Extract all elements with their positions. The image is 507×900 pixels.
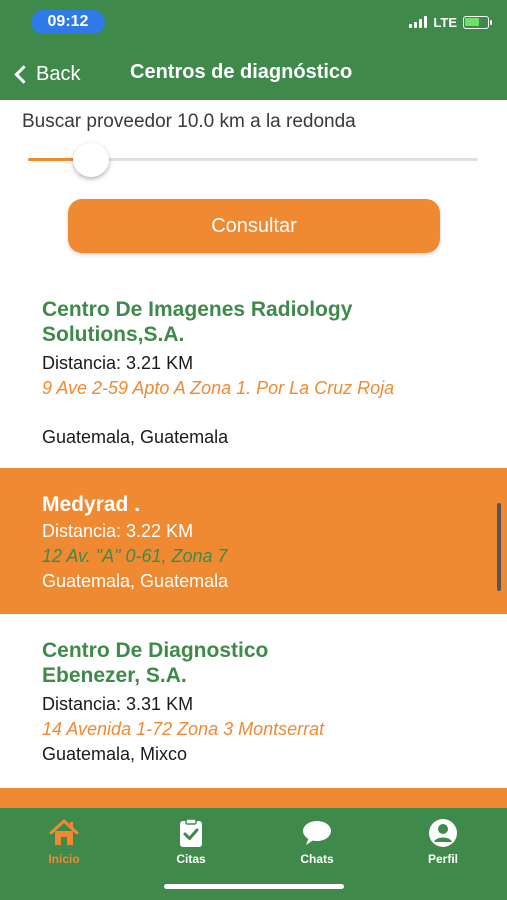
chevron-left-icon [14,64,33,84]
provider-distance: Distancia: 3.22 KM [42,521,194,541]
status-time: 09:12 [31,10,105,34]
clipboard-check-icon [175,818,207,848]
provider-card[interactable]: Medyrad . Distancia: 3.22 KM 12 Av. "A" … [0,468,507,614]
battery-icon [463,15,492,29]
tab-label: Citas [176,852,206,866]
provider-address: 9 Ave 2-59 Apto A Zona 1. Por La Cruz Ro… [42,378,395,398]
signal-icon [409,16,428,28]
tab-label: Chats [300,852,334,866]
tab-chats[interactable]: Chats [272,818,362,866]
tab-label: Perfil [427,852,458,866]
back-label: Back [36,62,81,85]
provider-distance: Distancia: 3.21 KM [42,353,194,373]
home-icon [48,818,80,848]
tab-citas[interactable]: Citas [146,818,236,866]
search-radius-label: Buscar proveedor 10.0 km a la redonda [22,111,356,132]
tab-inicio[interactable]: Inicio [19,818,109,866]
provider-distance: Distancia: 3.31 KM [42,694,194,714]
provider-address: 12 Av. "A" 0-61, Zona 7 [42,546,228,566]
nav-bar: Back Centros de diagnóstico [0,52,507,96]
home-indicator [164,884,344,889]
user-icon [427,818,459,848]
provider-city: Guatemala, Guatemala [42,427,229,447]
provider-name: Centro De Diagnostico Ebenezer, S.A. [42,639,269,687]
tab-label: Inicio [48,852,80,866]
status-bar: 09:12 LTE [0,0,507,44]
status-indicators: LTE [409,14,492,30]
top-bar: 09:12 LTE Back Centros de diagnóstico [0,0,507,100]
scrollbar[interactable] [497,503,501,591]
next-provider-card-edge[interactable] [0,788,507,808]
provider-card[interactable]: Centro De Diagnostico Ebenezer, S.A. Dis… [0,614,507,788]
provider-city: Guatemala, Guatemala [42,571,229,591]
provider-city: Guatemala, Mixco [42,744,188,764]
provider-address: 14 Avenida 1-72 Zona 3 Montserrat [42,719,325,739]
provider-name: Centro De Imagenes Radiology Solutions,S… [42,298,353,346]
chat-bubble-icon [301,818,333,848]
network-label: LTE [433,14,457,30]
provider-name: Medyrad . [42,493,141,516]
provider-card[interactable]: Centro De Imagenes Radiology Solutions,S… [0,285,507,468]
consult-button[interactable]: Consultar [68,199,440,253]
back-button[interactable]: Back [12,60,80,88]
page-title: Centros de diagnóstico [130,61,353,83]
radius-slider-thumb[interactable] [73,143,109,177]
tab-perfil[interactable]: Perfil [398,818,488,866]
